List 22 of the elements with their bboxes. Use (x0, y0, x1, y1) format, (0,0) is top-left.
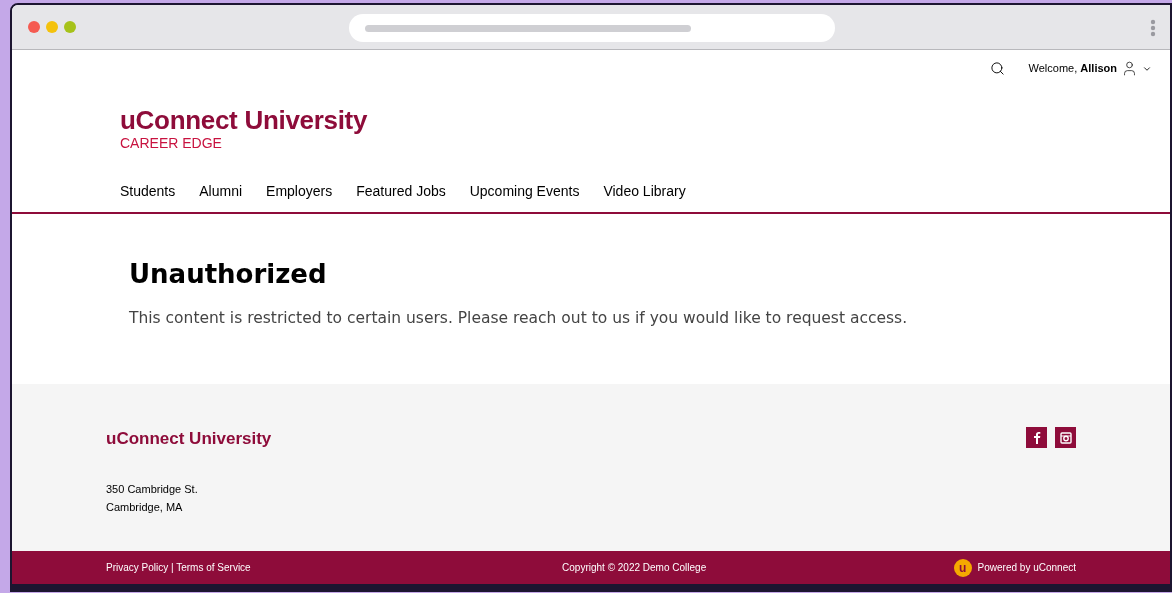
instagram-icon[interactable] (1055, 427, 1076, 448)
nav-link[interactable]: Students (120, 181, 176, 202)
logo-title[interactable]: uConnect University (120, 105, 1170, 135)
footer-logo[interactable]: uConnect University (106, 426, 272, 452)
uconnect-logo: u (953, 558, 972, 577)
nav-link[interactable]: Video Library (603, 181, 686, 202)
user-icon[interactable] (1121, 60, 1138, 77)
facebook-icon[interactable] (1026, 427, 1047, 448)
welcome-text: Welcome, Allison (1028, 61, 1117, 77)
address-line: Cambridge, MA (106, 499, 184, 515)
nav-link[interactable]: Alumni (199, 181, 243, 202)
nav-link[interactable]: Featured Jobs (356, 181, 446, 202)
page-title: Unauthorized (129, 259, 328, 289)
logo-subtitle: CAREER EDGE (120, 135, 223, 151)
nav-link[interactable]: Upcoming Events (469, 181, 580, 202)
powered-by-text: Powered by uConnect (977, 561, 1076, 575)
footer-links[interactable]: Privacy Policy | Terms of Service (106, 560, 251, 575)
search-icon[interactable] (989, 61, 1005, 76)
copyright-text: Copyright © 2022 Demo College (562, 561, 707, 575)
nav-link[interactable]: Employers (266, 181, 333, 202)
address-line: 350 Cambridge St. (106, 481, 199, 497)
message-text: This content is restricted to certain users. Please reach out to us if you would like to request access. (129, 308, 909, 329)
